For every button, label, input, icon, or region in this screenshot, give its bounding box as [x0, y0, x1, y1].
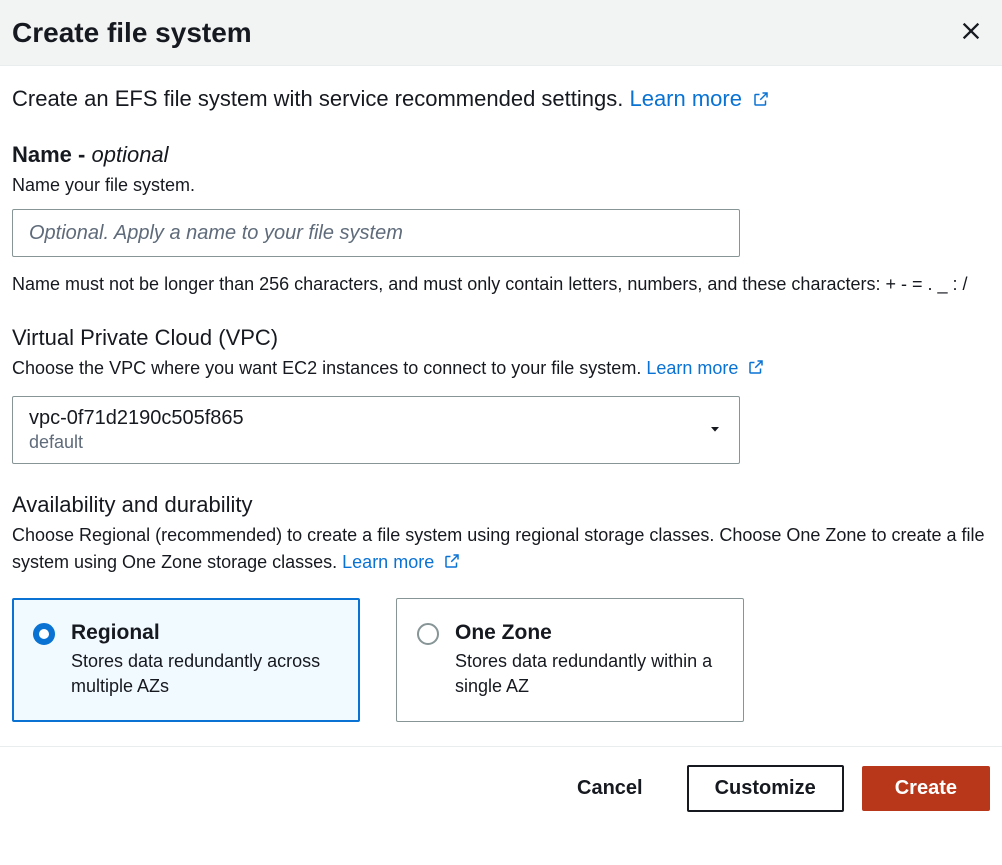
learn-more-label: Learn more: [629, 86, 742, 111]
vpc-selected-name: default: [29, 432, 244, 453]
durability-desc-text: Choose Regional (recommended) to create …: [12, 525, 985, 572]
durability-title: Availability and durability: [12, 492, 990, 518]
tile-desc: Stores data redundantly within a single …: [455, 649, 723, 699]
external-link-icon: [752, 88, 770, 114]
intro-learn-more-link[interactable]: Learn more: [629, 86, 770, 111]
tile-title: Regional: [71, 621, 339, 645]
name-constraint: Name must not be longer than 256 charact…: [12, 271, 990, 297]
tile-one-zone[interactable]: One Zone Stores data redundantly within …: [396, 598, 744, 722]
name-input[interactable]: [12, 209, 740, 257]
dialog-header: Create file system: [0, 0, 1002, 66]
learn-more-label: Learn more: [342, 552, 434, 572]
chevron-down-icon: [707, 421, 723, 440]
radio-icon: [417, 623, 439, 645]
durability-tiles: Regional Stores data redundantly across …: [12, 598, 990, 722]
customize-button[interactable]: Customize: [687, 765, 844, 812]
intro-text-span: Create an EFS file system with service r…: [12, 86, 629, 111]
close-icon: [960, 30, 982, 45]
tile-desc: Stores data redundantly across multiple …: [71, 649, 339, 699]
tile-body: Regional Stores data redundantly across …: [71, 621, 339, 699]
durability-learn-more-link[interactable]: Learn more: [342, 552, 461, 572]
name-section: Name - optional Name your file system. N…: [12, 142, 990, 297]
dialog-footer: Cancel Customize Create: [0, 746, 1002, 830]
tile-title: One Zone: [455, 621, 723, 645]
vpc-select-text: vpc-0f71d2190c505f865 default: [29, 407, 244, 453]
external-link-icon: [443, 551, 461, 578]
radio-icon: [33, 623, 55, 645]
durability-desc: Choose Regional (recommended) to create …: [12, 522, 990, 578]
intro-text: Create an EFS file system with service r…: [12, 86, 990, 114]
vpc-learn-more-link[interactable]: Learn more: [646, 358, 765, 378]
vpc-title: Virtual Private Cloud (VPC): [12, 325, 990, 351]
tile-body: One Zone Stores data redundantly within …: [455, 621, 723, 699]
learn-more-label: Learn more: [646, 358, 738, 378]
cancel-button[interactable]: Cancel: [551, 767, 669, 810]
dialog-content: Create an EFS file system with service r…: [0, 66, 1002, 746]
external-link-icon: [747, 357, 765, 384]
name-label-text: Name -: [12, 142, 91, 167]
name-label: Name - optional: [12, 142, 990, 168]
close-button[interactable]: [956, 16, 986, 49]
durability-section: Availability and durability Choose Regio…: [12, 492, 990, 722]
vpc-desc: Choose the VPC where you want EC2 instan…: [12, 355, 990, 384]
vpc-desc-text: Choose the VPC where you want EC2 instan…: [12, 358, 646, 378]
name-optional: optional: [91, 142, 168, 167]
vpc-select[interactable]: vpc-0f71d2190c505f865 default: [12, 396, 740, 464]
create-button[interactable]: Create: [862, 766, 990, 811]
vpc-section: Virtual Private Cloud (VPC) Choose the V…: [12, 325, 990, 464]
dialog-title: Create file system: [12, 17, 252, 49]
vpc-selected-id: vpc-0f71d2190c505f865: [29, 407, 244, 430]
tile-regional[interactable]: Regional Stores data redundantly across …: [12, 598, 360, 722]
name-desc: Name your file system.: [12, 172, 990, 199]
